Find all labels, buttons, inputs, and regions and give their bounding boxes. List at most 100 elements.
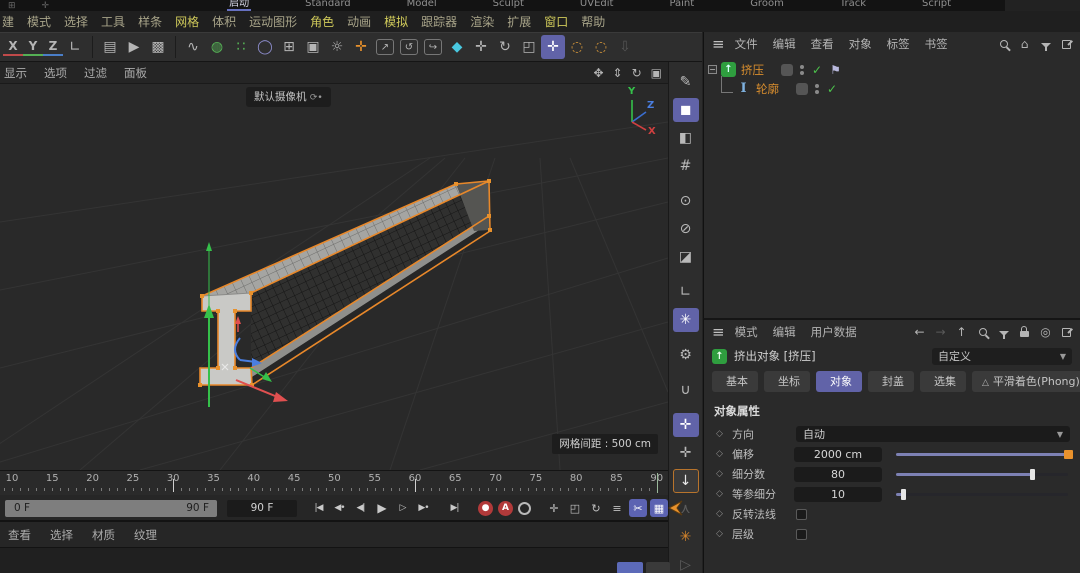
- enable-check-icon[interactable]: ✓: [827, 82, 837, 96]
- coordinate-system-icon[interactable]: ∟: [63, 35, 87, 59]
- prev-key-button[interactable]: ◀•: [330, 499, 349, 517]
- tree-row-profile[interactable]: I 轮廓 ✓: [708, 79, 1080, 98]
- record-position-toggle[interactable]: ✛: [545, 499, 563, 517]
- layer-chip[interactable]: [796, 83, 808, 95]
- panel-menu-item[interactable]: 书签: [925, 36, 948, 52]
- viewport-menu-item[interactable]: 面板: [124, 65, 147, 81]
- keyframe-selection-button[interactable]: [518, 502, 531, 515]
- menu-item[interactable]: 选择: [64, 13, 88, 30]
- tree-row-extrude[interactable]: − ↑ 挤压 ✓ ⚑: [708, 60, 1080, 79]
- visibility-dots[interactable]: [800, 65, 804, 75]
- attribute-tab[interactable]: △平滑着色(Phong): [972, 371, 1080, 392]
- z-axis-lock-button[interactable]: Z: [43, 38, 63, 56]
- layout-tab[interactable]: Sculpt: [491, 0, 526, 11]
- offset-slider[interactable]: [896, 447, 1068, 461]
- workplane-mode-icon[interactable]: #: [673, 154, 699, 178]
- goto-start-button[interactable]: |◀: [309, 499, 328, 517]
- material-menu-item[interactable]: 查看: [8, 527, 31, 543]
- menu-item[interactable]: 运动图形: [249, 13, 297, 30]
- menu-item[interactable]: 网格: [175, 13, 199, 30]
- current-state-button[interactable]: ↪: [424, 39, 442, 55]
- drop-to-floor-icon[interactable]: ↓: [673, 469, 699, 493]
- cloner-icon[interactable]: ∷: [229, 35, 253, 59]
- panel-menu-item[interactable]: 标签: [887, 36, 910, 52]
- layout-tab[interactable]: Groom: [748, 0, 786, 11]
- attribute-tab[interactable]: 对象: [816, 371, 862, 392]
- lock-icon[interactable]: [1019, 327, 1030, 337]
- goto-end-button[interactable]: ▶|: [445, 499, 464, 517]
- axis-center-icon[interactable]: ✛: [349, 35, 373, 59]
- subdivision-slider[interactable]: [896, 467, 1068, 481]
- current-frame-input[interactable]: [227, 500, 297, 517]
- layout-tab[interactable]: 启动: [227, 0, 251, 11]
- mograph-icon[interactable]: ✳: [673, 525, 699, 549]
- up-arrow-icon[interactable]: ↑: [956, 325, 967, 339]
- menu-item[interactable]: 渲染: [470, 13, 494, 30]
- snap-enable-icon[interactable]: ✳: [673, 308, 699, 332]
- fracture-icon[interactable]: ▣: [301, 35, 325, 59]
- object-label[interactable]: 挤压: [741, 62, 771, 78]
- enable-check-icon[interactable]: ✓: [812, 63, 822, 77]
- back-arrow-icon[interactable]: ←: [914, 325, 925, 339]
- menu-item[interactable]: 扩展: [507, 13, 531, 30]
- snap-frame-toggle[interactable]: ▦: [650, 499, 668, 517]
- layout-tab[interactable]: Model: [405, 0, 439, 11]
- y-axis-lock-button[interactable]: Y: [23, 38, 43, 56]
- direction-dropdown[interactable]: 自动 ▼: [796, 426, 1070, 442]
- menu-item[interactable]: 帮助: [581, 13, 605, 30]
- window-move-icon[interactable]: ✛: [42, 1, 50, 11]
- scale-tool-button[interactable]: ◰: [517, 35, 541, 59]
- menu-item[interactable]: 模式: [27, 13, 51, 30]
- array-icon[interactable]: ⊞: [277, 35, 301, 59]
- iso-subdivision-input[interactable]: 10: [794, 487, 882, 502]
- target-icon[interactable]: ◎: [1040, 325, 1051, 339]
- coordinate-box[interactable]: [646, 562, 670, 573]
- play-forward-button[interactable]: ▷: [393, 499, 412, 517]
- visibility-dots[interactable]: [815, 84, 819, 94]
- record-rotation-toggle[interactable]: ↻: [587, 499, 605, 517]
- reset-psr-button[interactable]: ↺: [400, 39, 418, 55]
- viewport-solo-icon[interactable]: ◆: [445, 35, 469, 59]
- layout-tab[interactable]: Script: [920, 0, 953, 11]
- play-button[interactable]: ▶: [372, 499, 391, 517]
- material-menu-item[interactable]: 纹理: [134, 527, 157, 543]
- subdivision-input[interactable]: 80: [794, 467, 882, 482]
- menu-item[interactable]: 跟踪器: [421, 13, 457, 30]
- next-key-button[interactable]: ▶•: [414, 499, 433, 517]
- spline-pen-icon[interactable]: ∿: [181, 35, 205, 59]
- search-icon[interactable]: [977, 328, 988, 336]
- menu-item[interactable]: 样条: [138, 13, 162, 30]
- magnet-snap-icon[interactable]: ∪: [673, 378, 699, 402]
- coordinate-slider-chip[interactable]: [617, 562, 643, 573]
- live-selection-icon[interactable]: ◌: [565, 35, 589, 59]
- flag-icon[interactable]: ⚑: [830, 63, 841, 77]
- rectangle-selection-icon[interactable]: ◌: [589, 35, 613, 59]
- timeline-ruler[interactable]: 1015202530354045505560657075808590: [0, 471, 668, 495]
- make-editable-icon[interactable]: ✎: [673, 70, 699, 94]
- edges-mode-icon[interactable]: ⊘: [673, 217, 699, 241]
- x-axis-lock-button[interactable]: X: [3, 38, 23, 56]
- window-grid-icon[interactable]: ⊞: [8, 1, 16, 11]
- filter-icon[interactable]: [1040, 41, 1051, 48]
- home-icon[interactable]: ⌂: [1019, 37, 1030, 51]
- modeling-settings-icon[interactable]: ⚙: [673, 343, 699, 367]
- key-dot-icon[interactable]: ◇: [716, 449, 732, 459]
- viewport-canvas[interactable]: 显示选项过滤面板 ✥⇕↻▣ 默认摄像机 ⟳• Y Z X 网格间距 : 500 …: [0, 62, 668, 470]
- key-dot-icon[interactable]: ◇: [716, 489, 732, 499]
- make-editable-button[interactable]: ↗: [376, 39, 394, 55]
- polygons-mode-icon[interactable]: ◪: [673, 245, 699, 269]
- panel-menu-item[interactable]: 查看: [811, 36, 834, 52]
- move-tool-button[interactable]: ✛: [469, 35, 493, 59]
- dolly-view-icon[interactable]: ⇕: [613, 66, 623, 80]
- preset-dropdown[interactable]: 自定义 ▼: [932, 348, 1072, 365]
- layout-tab[interactable]: UVEdit: [578, 0, 616, 11]
- move-tool-active-button[interactable]: ✛: [541, 35, 565, 59]
- panel-menu-item[interactable]: 对象: [849, 36, 872, 52]
- pan-view-icon[interactable]: ✥: [593, 66, 603, 80]
- menu-item[interactable]: 模拟: [384, 13, 408, 30]
- external-window-icon[interactable]: [1061, 40, 1072, 49]
- menu-item[interactable]: 建: [2, 13, 14, 30]
- hamburger-menu-icon[interactable]: ≡: [712, 35, 725, 53]
- preview-range-slider[interactable]: 0 F 90 F: [5, 500, 217, 517]
- panel-menu-item[interactable]: 用户数据: [811, 324, 857, 340]
